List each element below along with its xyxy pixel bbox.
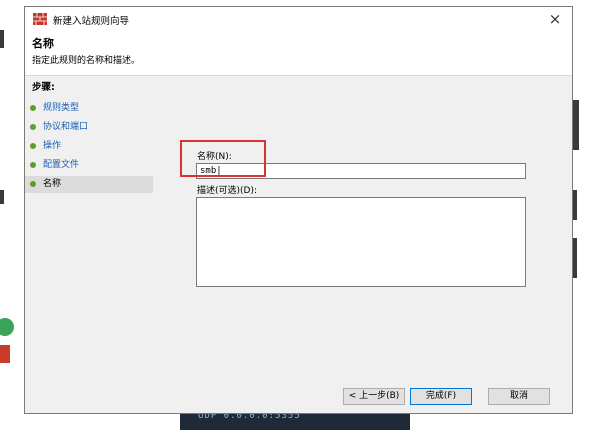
- background-fragment: [573, 100, 579, 150]
- name-label: 名称(N):: [197, 152, 232, 162]
- description-label: 描述(可选)(D):: [197, 186, 258, 196]
- close-button[interactable]: ×: [544, 9, 566, 29]
- steps-heading: 步骤:: [32, 82, 55, 93]
- step-bullet-icon: [30, 124, 36, 130]
- content-panel: 名称(N): smb| 描述(可选)(D): < 上一步(B) 完成(F) 取消: [155, 76, 571, 408]
- step-label: 操作: [43, 141, 62, 151]
- steps-panel: 步骤: 规则类型 协议和端口 操作 配置文件 名称: [25, 76, 155, 408]
- page-subtitle: 指定此规则的名称和描述。: [32, 56, 141, 66]
- title-bar[interactable]: 新建入站规则向导 ×: [25, 7, 572, 31]
- background-fragment: [0, 30, 4, 48]
- back-button[interactable]: < 上一步(B): [343, 388, 405, 405]
- background-fragment: [573, 190, 577, 220]
- step-label: 名称: [43, 179, 62, 189]
- step-label: 配置文件: [43, 160, 80, 170]
- wizard-header: 名称 指定此规则的名称和描述。: [25, 31, 572, 76]
- background-fragment: [0, 190, 4, 204]
- page-title: 名称: [32, 37, 54, 50]
- firewall-icon: [33, 13, 47, 25]
- step-profile[interactable]: 配置文件: [25, 157, 153, 174]
- finish-button[interactable]: 完成(F): [410, 388, 472, 405]
- window-title: 新建入站规则向导: [53, 16, 130, 27]
- step-bullet-icon: [30, 105, 36, 111]
- background-app-icon: [0, 345, 10, 363]
- wizard-window: 新建入站规则向导 × 名称 指定此规则的名称和描述。 步骤: 规则类型 协议和端…: [24, 6, 573, 414]
- step-protocol-port[interactable]: 协议和端口: [25, 119, 153, 136]
- step-action[interactable]: 操作: [25, 138, 153, 155]
- name-field[interactable]: smb|: [196, 163, 526, 179]
- background-right-edge: [573, 0, 606, 430]
- step-label: 规则类型: [43, 103, 80, 113]
- step-label: 协议和端口: [43, 122, 89, 132]
- step-bullet-icon: [30, 181, 36, 187]
- background-left-edge: [0, 0, 24, 430]
- description-field[interactable]: [196, 197, 526, 287]
- background-fragment: [573, 238, 577, 278]
- background-app-icon: [0, 318, 14, 336]
- step-bullet-icon: [30, 162, 36, 168]
- step-rule-type[interactable]: 规则类型: [25, 100, 153, 117]
- cancel-button[interactable]: 取消: [488, 388, 550, 405]
- step-name[interactable]: 名称: [25, 176, 153, 193]
- step-bullet-icon: [30, 143, 36, 149]
